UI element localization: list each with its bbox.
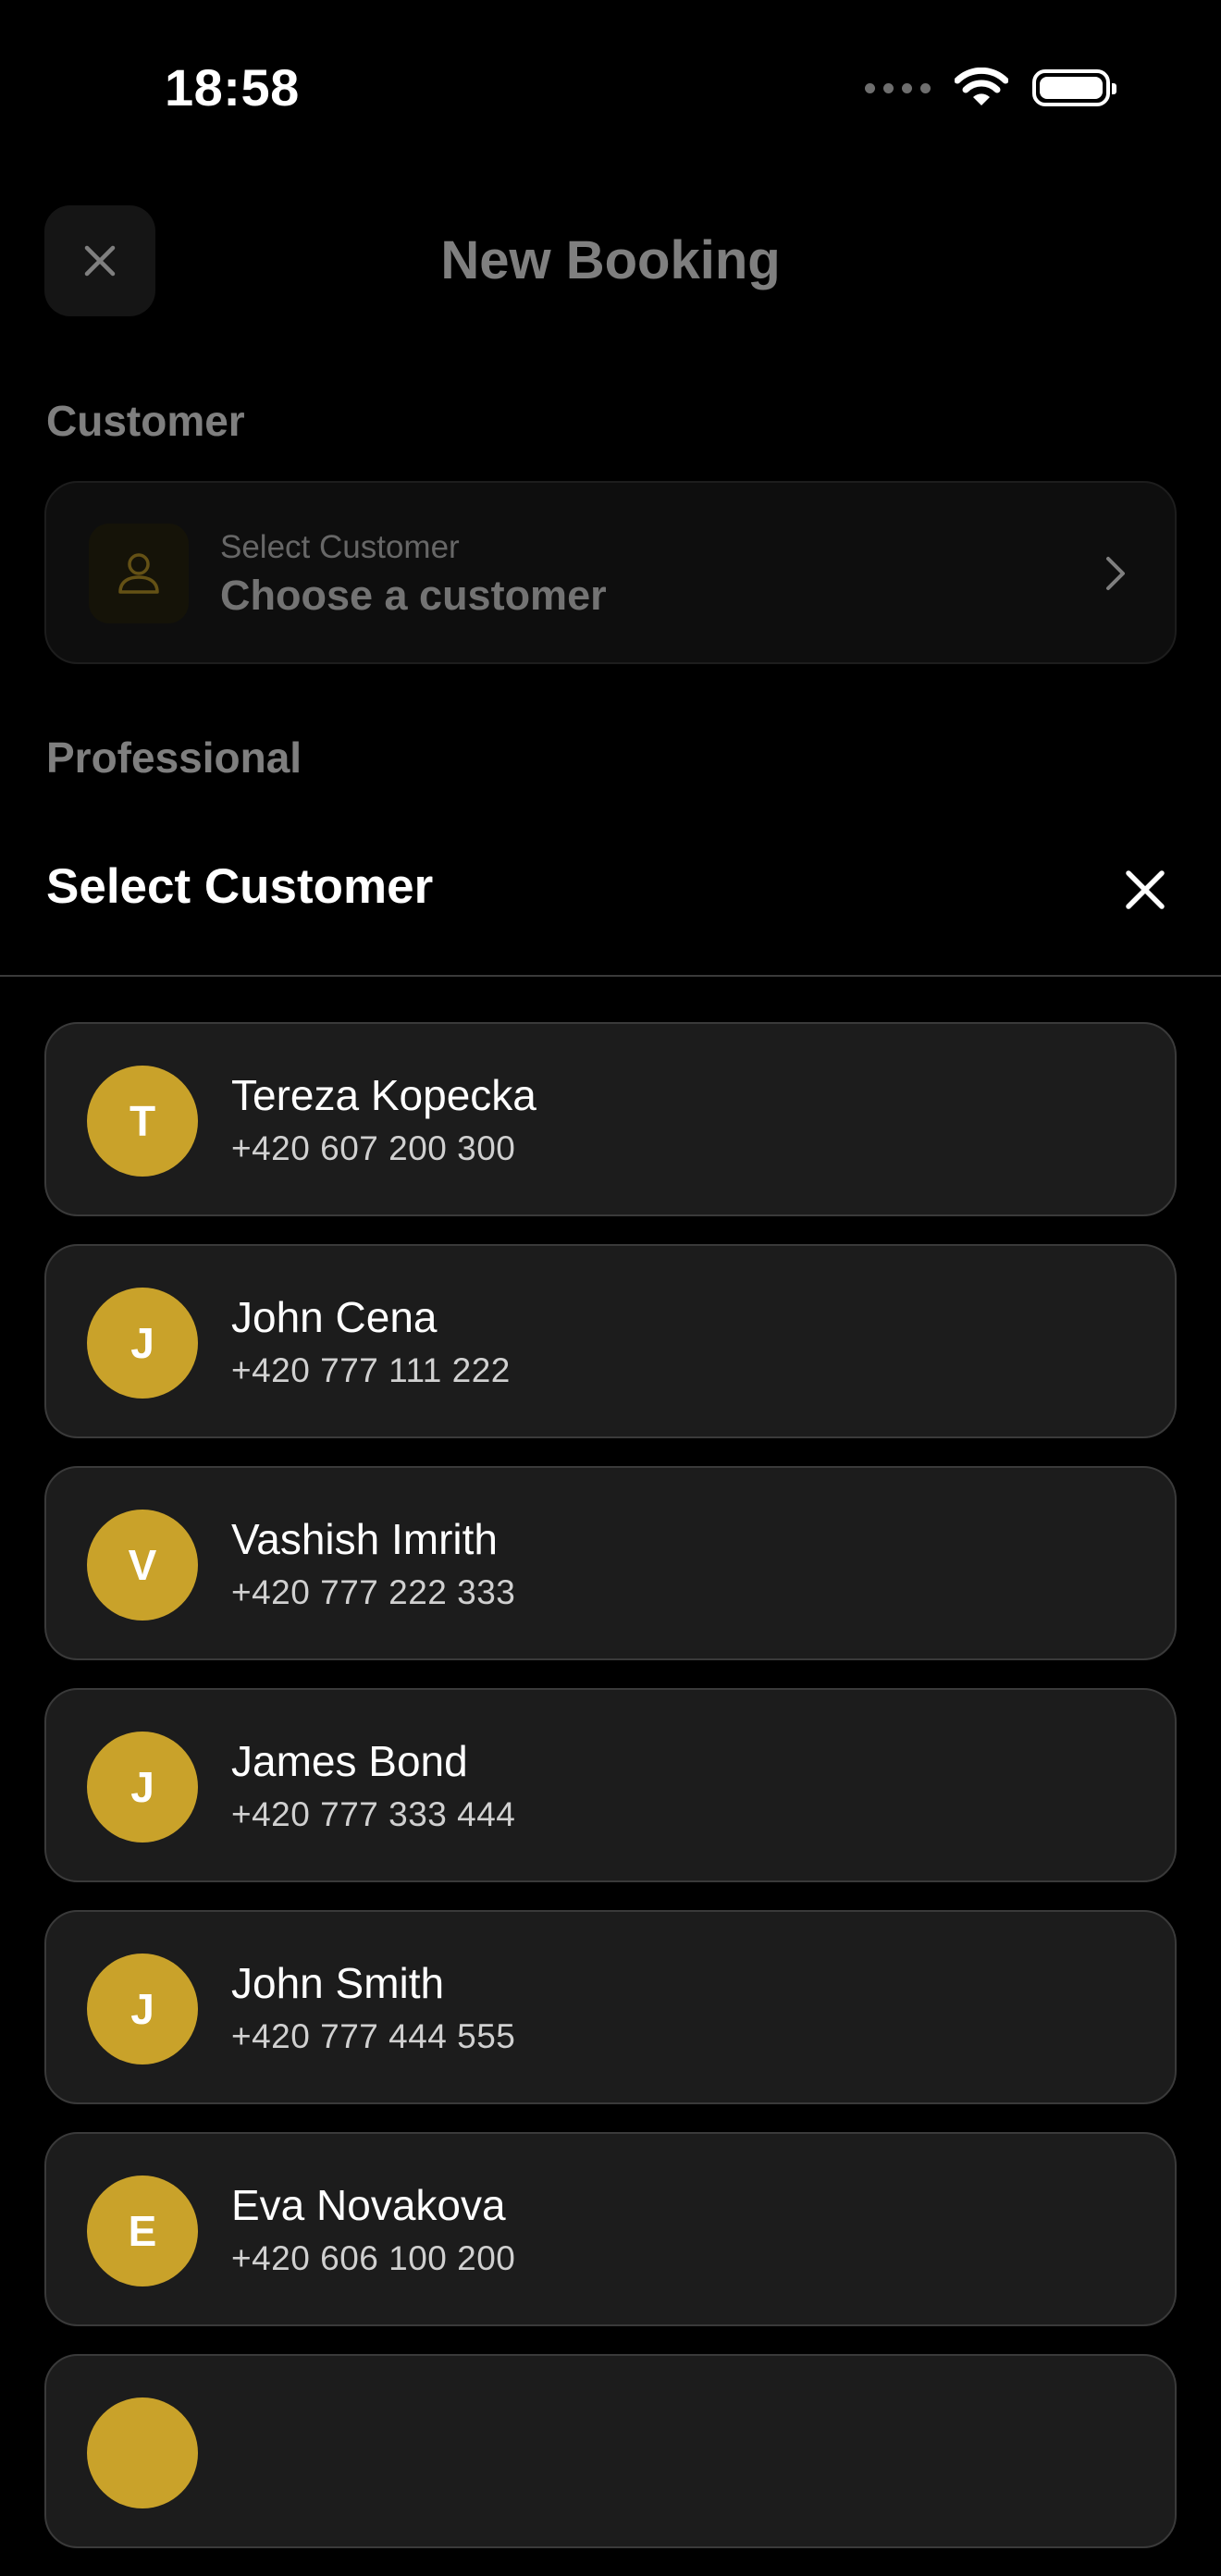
customer-name: John Cena bbox=[231, 1293, 438, 1341]
professional-section-label: Professional bbox=[46, 733, 302, 782]
sheet-title: Select Customer bbox=[46, 859, 434, 914]
avatar: J bbox=[87, 1732, 198, 1843]
chevron-right-icon bbox=[1106, 557, 1125, 590]
customer-phone: +420 607 200 300 bbox=[231, 1129, 516, 1167]
close-sheet-button[interactable] bbox=[1116, 860, 1175, 919]
wifi-icon bbox=[955, 68, 1008, 105]
customer-list-item[interactable]: J John Cena +420 777 111 222 bbox=[44, 1244, 1177, 1438]
customer-name: James Bond bbox=[231, 1737, 468, 1785]
customer-selector[interactable]: Select Customer Choose a customer bbox=[44, 481, 1177, 664]
customer-list-item[interactable]: V Vashish Imrith +420 777 222 333 bbox=[44, 1466, 1177, 1660]
avatar: T bbox=[87, 1066, 198, 1177]
customer-list-item[interactable]: T Tereza Kopecka +420 607 200 300 bbox=[44, 1022, 1177, 1216]
customer-list-item[interactable]: J James Bond +420 777 333 444 bbox=[44, 1688, 1177, 1882]
avatar: J bbox=[87, 1288, 198, 1399]
selector-value: Choose a customer bbox=[220, 572, 607, 619]
selector-label: Select Customer bbox=[220, 529, 460, 565]
customer-list-item[interactable] bbox=[44, 2354, 1177, 2548]
close-icon bbox=[1126, 870, 1165, 909]
customer-phone: +420 777 111 222 bbox=[231, 1351, 511, 1389]
customer-list: T Tereza Kopecka +420 607 200 300 J John… bbox=[44, 1022, 1177, 2576]
person-icon bbox=[118, 553, 159, 594]
avatar: E bbox=[87, 2175, 198, 2286]
status-time: 18:58 bbox=[165, 58, 300, 117]
customer-section-label: Customer bbox=[46, 397, 245, 445]
avatar: J bbox=[87, 1954, 198, 2064]
customer-phone: +420 777 222 333 bbox=[231, 1573, 516, 1611]
customer-name: John Smith bbox=[231, 1959, 445, 2007]
customer-name: Eva Novakova bbox=[231, 2181, 506, 2229]
sheet-header: Select Customer bbox=[0, 832, 1221, 977]
customer-list-item[interactable]: J John Smith +420 777 444 555 bbox=[44, 1910, 1177, 2104]
page-title: New Booking bbox=[440, 230, 781, 290]
avatar bbox=[87, 2397, 198, 2508]
cellular-signal-icon bbox=[865, 82, 931, 93]
status-indicators bbox=[865, 67, 1116, 109]
customer-list-item[interactable]: E Eva Novakova +420 606 100 200 bbox=[44, 2132, 1177, 2326]
battery-icon bbox=[1032, 69, 1116, 106]
customer-phone: +420 777 444 555 bbox=[231, 2017, 516, 2055]
customer-name: Vashish Imrith bbox=[231, 1515, 499, 1563]
status-bar: 18:58 bbox=[0, 0, 1221, 176]
customer-phone: +420 777 333 444 bbox=[231, 1795, 516, 1833]
customer-phone: +420 606 100 200 bbox=[231, 2239, 516, 2277]
select-customer-sheet: Select Customer T Tereza Kopecka +420 60… bbox=[0, 832, 1221, 2548]
selector-icon-box bbox=[89, 524, 189, 623]
avatar: V bbox=[87, 1510, 198, 1621]
customer-name: Tereza Kopecka bbox=[231, 1071, 536, 1119]
